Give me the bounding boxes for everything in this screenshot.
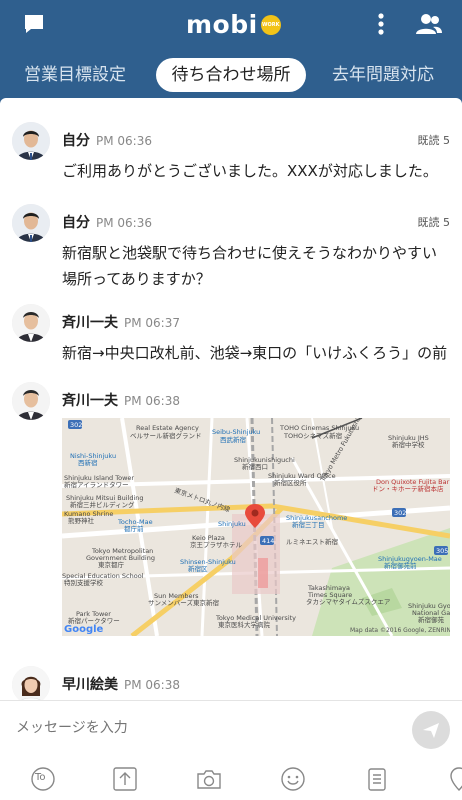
svg-text:ドン・キホーテ新宿本店: ドン・キホーテ新宿本店 [372, 484, 444, 493]
svg-text:京王プラザホテル: 京王プラザホテル [190, 540, 243, 549]
svg-text:新宿区役所: 新宿区役所 [274, 478, 307, 487]
svg-text:305: 305 [436, 547, 448, 555]
tab-meeting-place[interactable]: 待ち合わせ場所 [156, 58, 306, 92]
svg-text:西新宿: 西新宿 [78, 458, 98, 467]
location-pin-icon [450, 767, 462, 791]
svg-text:新宿区: 新宿区 [188, 564, 208, 573]
avatar [12, 382, 50, 420]
mention-button[interactable]: To [30, 766, 56, 792]
location-button[interactable] [446, 766, 462, 792]
svg-text:新宿中学校: 新宿中学校 [392, 440, 425, 449]
sender-name: 斉川一夫 PM 06:38 [62, 393, 180, 409]
message-time: PM 06:37 [124, 316, 180, 330]
svg-text:Real Estate Agency: Real Estate Agency [136, 424, 199, 432]
notes-icon [368, 768, 386, 791]
message-text: 新宿→中央口改札前、池袋→東口の「いけふくろう」の前 [62, 344, 448, 362]
svg-text:新宿三井ビルディング: 新宿三井ビルディング [70, 500, 135, 509]
message-input[interactable] [16, 720, 376, 736]
top-bar: mobi WORK [0, 0, 462, 50]
message-item: 早川絵美 PM 06:38 [0, 666, 462, 700]
more-vertical-icon[interactable] [372, 12, 390, 36]
message-list[interactable]: 自分 PM 06:36 既読 5 ご利用ありがとうございました。XXXが対応しまし… [0, 98, 462, 700]
svg-text:東京医科大学病院: 東京医科大学病院 [218, 620, 271, 629]
svg-text:TOHOシネマズ新宿: TOHOシネマズ新宿 [283, 431, 343, 440]
sender-name: 斉川一夫 PM 06:37 [62, 315, 180, 331]
svg-text:新宿御苑前: 新宿御苑前 [384, 561, 417, 570]
emoji-button[interactable] [280, 766, 306, 792]
sender-name: 自分 PM 06:36 [62, 215, 152, 231]
map-attachment[interactable]: Real Estate Agency ベルサール新宿グランド Seibu-Shi… [62, 418, 450, 636]
chat-icon[interactable] [22, 12, 46, 36]
emoji-icon [281, 767, 305, 791]
message-item: 自分 PM 06:36 既読 5 新宿駅と池袋駅で待ち合わせに使えそうなわかりやす… [0, 204, 462, 294]
message-text: 新宿駅と池袋駅で待ち合わせに使えそうなわかりやすい場所ってありますか？ [62, 244, 438, 288]
avatar [12, 122, 50, 160]
logo-badge: WORK [260, 15, 281, 35]
svg-text:東京都庁: 東京都庁 [98, 560, 125, 569]
avatar [12, 304, 50, 342]
message-time: PM 06:38 [124, 394, 180, 408]
camera-icon [197, 770, 221, 789]
svg-text:タカシマヤタイムズスクエア: タカシマヤタイムズスクエア [306, 597, 391, 606]
svg-text:特別支援学校: 特別支援学校 [64, 578, 104, 587]
camera-button[interactable] [196, 766, 222, 792]
mention-label: To [35, 772, 46, 783]
read-receipt: 既読 5 [417, 134, 451, 147]
svg-text:ルミネエスト新宿: ルミネエスト新宿 [286, 537, 339, 546]
svg-text:サンメンバーズ東京新宿: サンメンバーズ東京新宿 [148, 598, 219, 607]
avatar [12, 204, 50, 242]
send-button[interactable] [412, 711, 450, 749]
tab-sales-goal[interactable]: 営業目標設定 [24, 58, 126, 92]
svg-text:新宿御苑: 新宿御苑 [418, 615, 445, 624]
svg-text:Seibu-Shinjuku: Seibu-Shinjuku [212, 428, 260, 436]
app-header: mobi WORK 営業目標設定 待ち合わせ場所 去年問題対応 [0, 0, 462, 104]
people-icon[interactable] [415, 12, 443, 36]
tab-last-year-issues[interactable]: 去年問題対応 [332, 58, 434, 92]
sender-name: 早川絵美 PM 06:38 [62, 677, 180, 693]
notes-button[interactable] [364, 766, 390, 792]
svg-text:Map data ©2016 Google, ZENRIN: Map data ©2016 Google, ZENRIN [350, 627, 450, 634]
upload-button[interactable] [112, 766, 138, 792]
svg-text:ベルサール新宿グランド: ベルサール新宿グランド [130, 431, 202, 440]
message-item: 斉川一夫 PM 06:37 新宿→中央口改札前、池袋→東口の「いけふくろう」の前 [0, 304, 462, 374]
map-image: Real Estate Agency ベルサール新宿グランド Seibu-Shi… [62, 418, 450, 636]
svg-text:新宿アイランドタワー: 新宿アイランドタワー [64, 480, 129, 489]
logo-text: mobi [186, 9, 258, 39]
message-item: 自分 PM 06:36 既読 5 ご利用ありがとうございました。XXXが対応しまし… [0, 122, 462, 192]
svg-text:熊野神社: 熊野神社 [68, 516, 95, 525]
message-input-bar [0, 700, 462, 758]
read-receipt: 既読 5 [417, 216, 451, 229]
send-icon [423, 723, 439, 738]
message-time: PM 06:36 [96, 216, 152, 230]
svg-text:西武新宿: 西武新宿 [220, 435, 247, 444]
message-text: ご利用ありがとうございました。XXXが対応しました。 [62, 162, 438, 180]
message-item: 斉川一夫 PM 06:38 Real Estate Agency ベルサール新宿… [0, 382, 462, 652]
svg-text:新宿西口: 新宿西口 [242, 462, 268, 471]
bottom-toolbar: To [0, 758, 462, 800]
svg-text:都庁前: 都庁前 [124, 524, 144, 533]
upload-icon [113, 767, 137, 791]
message-time: PM 06:36 [96, 134, 152, 148]
svg-text:302: 302 [394, 509, 406, 517]
sender-name: 自分 PM 06:36 [62, 133, 152, 149]
svg-text:新宿三丁目: 新宿三丁目 [292, 520, 325, 529]
svg-text:302: 302 [70, 421, 82, 429]
message-time: PM 06:38 [124, 678, 180, 692]
tab-bar: 営業目標設定 待ち合わせ場所 去年問題対応 [0, 54, 462, 96]
avatar [12, 666, 50, 700]
app-logo: mobi WORK [186, 6, 281, 42]
svg-text:Shinjuku: Shinjuku [218, 520, 246, 528]
svg-text:Google: Google [64, 624, 104, 635]
svg-text:414: 414 [262, 537, 274, 545]
